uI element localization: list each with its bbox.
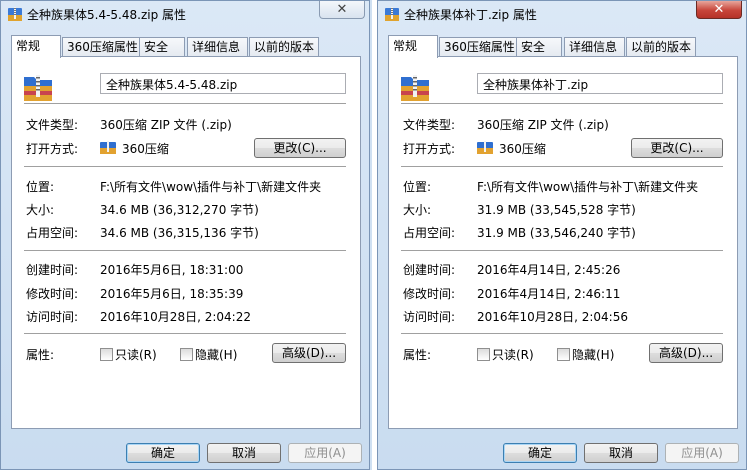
modified-label: 修改时间: — [403, 287, 456, 301]
attributes-label: 属性: — [403, 348, 432, 362]
size-value: 34.6 MB (36,312,270 字节) — [100, 203, 259, 217]
cancel-button[interactable]: 取消 — [584, 443, 658, 463]
accessed-value: 2016年10月28日, 2:04:22 — [100, 310, 251, 324]
divider — [401, 166, 723, 167]
window-title: 全种族果体5.4-5.48.zip 属性 — [27, 8, 187, 22]
tab-details[interactable]: 详细信息 — [564, 37, 625, 57]
file-name-field[interactable]: 全种族果体补丁.zip — [477, 73, 723, 94]
zip-archive-icon — [401, 75, 429, 101]
advanced-button[interactable]: 高级(D)... — [649, 343, 723, 363]
divider — [24, 166, 346, 167]
ok-button[interactable]: 确定 — [503, 443, 577, 463]
window-title: 全种族果体补丁.zip 属性 — [404, 8, 537, 22]
attributes-label: 属性: — [26, 348, 55, 362]
location-value: F:\所有文件\wow\插件与补丁\新建文件夹 — [100, 180, 322, 194]
created-value: 2016年5月6日, 18:31:00 — [100, 263, 244, 277]
created-value: 2016年4月14日, 2:45:26 — [477, 263, 621, 277]
file-name-field[interactable]: 全种族果体5.4-5.48.zip — [100, 73, 346, 94]
open-with-app-name: 360压缩 — [499, 142, 546, 156]
readonly-checkbox[interactable]: 只读(R) — [477, 346, 534, 363]
modified-value: 2016年5月6日, 18:35:39 — [100, 287, 244, 301]
size-label: 大小: — [403, 203, 432, 217]
dialog-buttons: 确定 取消 应用(A) — [378, 443, 746, 463]
location-label: 位置: — [403, 180, 432, 194]
hidden-label: 隐藏(H) — [195, 348, 238, 362]
zip-file-icon — [8, 7, 22, 21]
close-button[interactable]: ✕ — [319, 1, 365, 19]
tab-security[interactable]: 安全 — [139, 37, 185, 57]
readonly-label: 只读(R) — [115, 348, 157, 362]
tab-bar: 常规 360压缩属性 安全 详细信息 以前的版本 — [11, 35, 359, 58]
360-zip-app-icon — [100, 141, 116, 154]
change-button[interactable]: 更改(C)... — [254, 138, 346, 158]
file-type-label: 文件类型: — [403, 118, 456, 132]
tab-360-zip-properties[interactable]: 360压缩属性 — [62, 37, 147, 57]
file-type-label: 文件类型: — [26, 118, 79, 132]
general-panel: 全种族果体补丁.zip 文件类型: 360压缩 ZIP 文件 (.zip) 打开… — [388, 56, 738, 429]
ok-button[interactable]: 确定 — [126, 443, 200, 463]
tab-general[interactable]: 常规 — [388, 35, 438, 58]
zip-file-icon — [385, 7, 399, 21]
disk-size-label: 占用空间: — [403, 226, 456, 240]
apply-button: 应用(A) — [288, 443, 362, 463]
created-label: 创建时间: — [26, 263, 79, 277]
tab-bar: 常规 360压缩属性 安全 详细信息 以前的版本 — [388, 35, 736, 58]
advanced-button[interactable]: 高级(D)... — [272, 343, 346, 363]
360-zip-app-icon — [477, 141, 493, 154]
disk-size-value: 31.9 MB (33,546,240 字节) — [477, 226, 636, 240]
disk-size-label: 占用空间: — [26, 226, 79, 240]
properties-dialog-right: 全种族果体补丁.zip 属性 ✕ 常规 360压缩属性 安全 详细信息 以前的版… — [377, 0, 747, 470]
close-button[interactable]: ✕ — [696, 1, 742, 19]
open-with-label: 打开方式: — [403, 142, 456, 156]
title-bar[interactable]: 全种族果体5.4-5.48.zip 属性 ✕ — [1, 1, 369, 27]
modified-value: 2016年4月14日, 2:46:11 — [477, 287, 621, 301]
dialog-buttons: 确定 取消 应用(A) — [1, 443, 369, 463]
checkbox-box[interactable] — [557, 348, 570, 361]
checkbox-box[interactable] — [100, 348, 113, 361]
modified-label: 修改时间: — [26, 287, 79, 301]
tab-general[interactable]: 常规 — [11, 35, 61, 58]
general-panel: 全种族果体5.4-5.48.zip 文件类型: 360压缩 ZIP 文件 (.z… — [11, 56, 361, 429]
tab-360-zip-properties[interactable]: 360压缩属性 — [439, 37, 524, 57]
hidden-checkbox[interactable]: 隐藏(H) — [180, 346, 237, 363]
divider — [401, 333, 723, 334]
divider — [401, 250, 723, 251]
file-type-value: 360压缩 ZIP 文件 (.zip) — [477, 118, 609, 132]
hidden-checkbox[interactable]: 隐藏(H) — [557, 346, 614, 363]
accessed-value: 2016年10月28日, 2:04:56 — [477, 310, 628, 324]
checkbox-box[interactable] — [477, 348, 490, 361]
open-with-value: 360压缩 — [100, 140, 169, 157]
open-with-label: 打开方式: — [26, 142, 79, 156]
accessed-label: 访问时间: — [403, 310, 456, 324]
accessed-label: 访问时间: — [26, 310, 79, 324]
divider — [24, 103, 346, 104]
checkbox-box[interactable] — [180, 348, 193, 361]
readonly-label: 只读(R) — [492, 348, 534, 362]
apply-button: 应用(A) — [665, 443, 739, 463]
created-label: 创建时间: — [403, 263, 456, 277]
open-with-value: 360压缩 — [477, 140, 546, 157]
tab-previous-versions[interactable]: 以前的版本 — [249, 37, 319, 57]
hidden-label: 隐藏(H) — [572, 348, 615, 362]
disk-size-value: 34.6 MB (36,315,136 字节) — [100, 226, 259, 240]
cancel-button[interactable]: 取消 — [207, 443, 281, 463]
size-value: 31.9 MB (33,545,528 字节) — [477, 203, 636, 217]
properties-dialog-left: 全种族果体5.4-5.48.zip 属性 ✕ 常规 360压缩属性 安全 详细信… — [0, 0, 370, 470]
open-with-app-name: 360压缩 — [122, 142, 169, 156]
zip-archive-icon — [24, 75, 52, 101]
change-button[interactable]: 更改(C)... — [631, 138, 723, 158]
divider — [24, 250, 346, 251]
title-bar[interactable]: 全种族果体补丁.zip 属性 ✕ — [378, 1, 746, 27]
location-label: 位置: — [26, 180, 55, 194]
readonly-checkbox[interactable]: 只读(R) — [100, 346, 157, 363]
tab-previous-versions[interactable]: 以前的版本 — [626, 37, 696, 57]
tab-details[interactable]: 详细信息 — [187, 37, 248, 57]
divider — [401, 103, 723, 104]
location-value: F:\所有文件\wow\插件与补丁\新建文件夹 — [477, 180, 699, 194]
file-type-value: 360压缩 ZIP 文件 (.zip) — [100, 118, 232, 132]
size-label: 大小: — [26, 203, 55, 217]
divider — [24, 333, 346, 334]
tab-security[interactable]: 安全 — [516, 37, 562, 57]
